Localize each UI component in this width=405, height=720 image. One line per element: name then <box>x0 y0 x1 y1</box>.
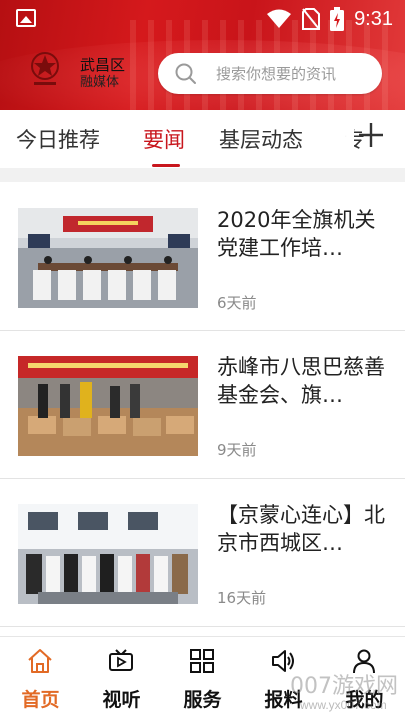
district-name: 武昌区 <box>80 56 126 74</box>
watermark: 007游戏网 <box>290 674 398 699</box>
news-title[interactable]: 赤峰市八思巴慈善基金会、旗… <box>217 353 389 409</box>
tab-today-recommend[interactable]: 今日推荐 <box>16 124 100 154</box>
add-channel-icon[interactable] <box>358 122 384 148</box>
search-bar[interactable]: 搜索你想要的资讯 <box>158 53 382 94</box>
nav-video-label: 视听 <box>102 689 141 711</box>
district-subtitle: 融媒体 <box>80 75 120 90</box>
tab-fade-overlay <box>318 110 354 166</box>
news-time: 16天前 <box>217 589 267 607</box>
image-notification-icon <box>16 9 36 27</box>
watermark-url: www.yx007.com <box>300 698 387 712</box>
video-icon <box>109 649 133 671</box>
news-time: 9天前 <box>217 441 257 459</box>
nav-services[interactable]: 服务 <box>162 637 243 720</box>
status-time: 9:31 <box>354 7 393 30</box>
emblem-logo <box>31 52 59 85</box>
search-placeholder: 搜索你想要的资讯 <box>216 65 337 83</box>
nav-home[interactable]: 首页 <box>0 637 81 720</box>
news-time: 6天前 <box>217 294 257 312</box>
news-item[interactable]: 【京蒙心连心】北京市西城区… 16天前 <box>0 479 405 627</box>
news-thumbnail <box>18 504 198 604</box>
news-title[interactable]: 2020年全旗机关党建工作培… <box>217 206 389 262</box>
news-thumbnail <box>18 356 198 456</box>
status-bar: 9:31 <box>0 0 405 38</box>
list-divider <box>0 626 405 627</box>
district-title: 武昌区 融媒体 <box>80 56 125 92</box>
active-tab-indicator <box>152 164 180 167</box>
news-thumbnail <box>18 208 198 308</box>
battery-icon <box>330 7 345 31</box>
news-title[interactable]: 【京蒙心连心】北京市西城区… <box>217 501 389 557</box>
home-icon <box>28 649 52 673</box>
tab-grassroots-news[interactable]: 基层动态 <box>219 124 303 154</box>
grid-icon <box>190 649 214 673</box>
no-sim-icon <box>302 8 321 30</box>
header-banner: 9:31 武昌区 融媒体 搜索你想要的资讯 <box>0 0 405 110</box>
news-item[interactable]: 赤峰市八思巴慈善基金会、旗… 9天前 <box>0 331 405 479</box>
wifi-icon <box>267 9 292 28</box>
nav-home-label: 首页 <box>21 689 60 711</box>
search-icon <box>175 63 196 84</box>
tab-headlines[interactable]: 要闻 <box>143 124 185 154</box>
nav-video[interactable]: 视听 <box>81 637 162 720</box>
section-separator <box>0 168 405 182</box>
nav-services-label: 服务 <box>183 689 222 711</box>
news-item[interactable]: 2020年全旗机关党建工作培… 6天前 <box>0 182 405 330</box>
